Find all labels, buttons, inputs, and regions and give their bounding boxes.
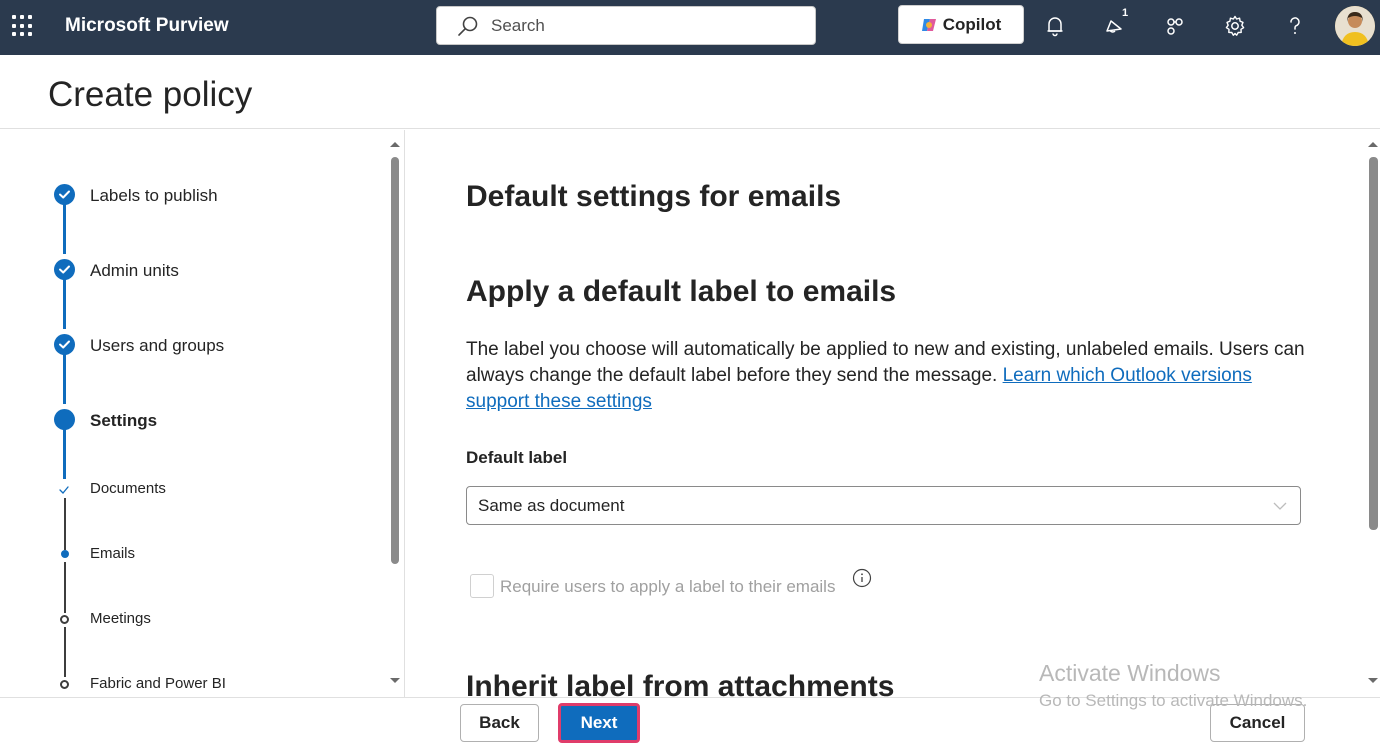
next-button[interactable]: Next (558, 703, 640, 743)
dropdown-value: Same as document (478, 496, 625, 515)
step-connector (63, 279, 66, 329)
search-box[interactable] (436, 6, 816, 45)
step-label: Labels to publish (90, 186, 218, 205)
app-launcher-icon[interactable] (12, 15, 34, 37)
user-avatar[interactable] (1335, 6, 1375, 46)
scroll-down-arrow-icon[interactable] (389, 677, 401, 685)
avatar-image (1335, 6, 1375, 46)
search-icon (458, 16, 478, 36)
substep-meetings[interactable]: Meetings (0, 604, 380, 634)
description: The label you choose will automatically … (466, 337, 1316, 415)
page-title: Create policy (48, 75, 253, 114)
main-content: Default settings for emails Apply a defa… (406, 130, 1366, 697)
substep-fabric-power-bi[interactable]: Fabric and Power BI (0, 669, 380, 697)
settings-gear-icon[interactable] (1223, 14, 1247, 38)
back-button[interactable]: Back (460, 704, 539, 742)
step-settings[interactable]: Settings (0, 405, 380, 435)
step-complete-check-icon (54, 259, 75, 280)
substep-current-dot-icon (61, 550, 69, 558)
step-connector (63, 429, 66, 479)
info-icon[interactable] (851, 567, 873, 589)
copilot-button[interactable]: Copilot (898, 5, 1024, 44)
default-label-heading: Default label (466, 448, 568, 467)
activate-windows-subtext: Go to Settings to activate Windows. (1039, 691, 1308, 710)
apply-default-label-heading: Apply a default label to emails (466, 275, 897, 308)
step-connector (63, 204, 66, 254)
require-label-text: Require users to apply a label to their … (500, 577, 836, 596)
substep-documents[interactable]: Documents (0, 474, 380, 504)
scroll-up-arrow-icon[interactable] (1367, 140, 1379, 148)
step-label: Users and groups (90, 336, 225, 355)
step-label: Admin units (90, 261, 179, 280)
notification-badge: 1 (1122, 7, 1129, 19)
step-admin-units[interactable]: Admin units (0, 255, 380, 285)
top-bar: Microsoft Purview Copilot 1 (0, 0, 1380, 55)
substep-complete-check-icon (59, 486, 69, 494)
scroll-up-arrow-icon[interactable] (389, 140, 401, 148)
step-users-and-groups[interactable]: Users and groups (0, 330, 380, 360)
substep-label: Documents (90, 480, 166, 497)
step-complete-check-icon (54, 334, 75, 355)
scroll-down-arrow-icon[interactable] (1367, 677, 1379, 685)
copilot-icon (921, 18, 936, 31)
require-label-checkbox[interactable] (470, 574, 494, 598)
page-header: Create policy (0, 55, 1380, 129)
activate-windows-watermark: Activate Windows (1039, 660, 1221, 686)
step-label: Settings (90, 411, 158, 430)
section-title: Default settings for emails (466, 180, 842, 213)
substep-label: Meetings (90, 610, 151, 627)
nav-scrollbar-thumb[interactable] (391, 157, 399, 564)
substep-emails[interactable]: Emails (0, 539, 380, 569)
connections-icon[interactable] (1163, 14, 1187, 38)
step-current-indicator-icon (54, 409, 75, 430)
chevron-down-icon (1273, 502, 1287, 510)
step-complete-check-icon (54, 184, 75, 205)
step-labels-to-publish[interactable]: Labels to publish (0, 180, 380, 210)
main-scrollbar-thumb[interactable] (1369, 157, 1378, 530)
bell-icon[interactable] (1043, 14, 1067, 38)
substep-label: Emails (90, 545, 136, 562)
wizard-step-nav: Labels to publish Admin units Users and … (0, 130, 405, 697)
search-input[interactable] (491, 15, 791, 37)
app-title[interactable]: Microsoft Purview (65, 15, 229, 37)
copilot-label: Copilot (942, 14, 1002, 34)
help-icon[interactable] (1283, 14, 1307, 38)
step-connector (63, 354, 66, 404)
substep-pending-ring-icon (60, 680, 69, 689)
substep-label: Fabric and Power BI (90, 675, 226, 692)
inherit-label-heading: Inherit label from attachments (466, 670, 895, 697)
default-label-dropdown[interactable]: Same as document (466, 486, 1301, 525)
substep-pending-ring-icon (60, 615, 69, 624)
